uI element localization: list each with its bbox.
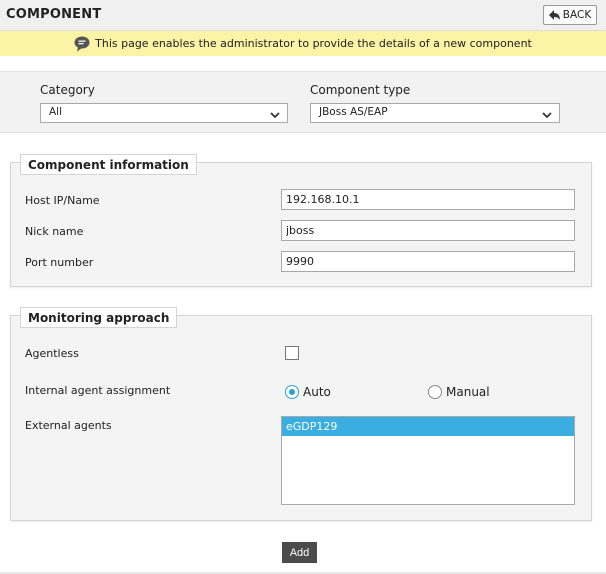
external-agents-label: External agents: [25, 419, 112, 432]
page-title: COMPONENT: [6, 7, 102, 22]
host-ip-input[interactable]: [281, 189, 575, 210]
component-type-select[interactable]: JBoss AS/EAP: [310, 103, 560, 123]
back-arrow-icon: [548, 10, 560, 20]
nick-name-label: Nick name: [25, 225, 84, 238]
host-ip-label: Host IP/Name: [25, 194, 100, 207]
component-selector-panel: Category All Component type JBoss AS/EAP: [0, 71, 606, 133]
external-agents-list[interactable]: eGDP129: [281, 416, 575, 505]
category-select[interactable]: All: [40, 103, 288, 123]
component-type-label: Component type: [310, 83, 411, 97]
manual-radio-label[interactable]: Manual: [446, 385, 490, 399]
speech-bubble-icon: [74, 36, 90, 52]
chevron-down-icon: [542, 110, 552, 122]
category-label: Category: [40, 83, 95, 97]
page-header: COMPONENT BACK: [0, 0, 606, 31]
port-number-label: Port number: [25, 256, 94, 269]
nick-name-input[interactable]: [281, 220, 575, 241]
component-information-title: Component information: [20, 154, 197, 175]
chevron-down-icon: [270, 110, 280, 122]
port-number-input[interactable]: [281, 251, 575, 272]
category-value: All: [49, 106, 63, 118]
component-type-value: JBoss AS/EAP: [319, 106, 388, 118]
agentless-label: Agentless: [25, 347, 79, 360]
add-button[interactable]: Add: [282, 542, 317, 563]
agentless-checkbox[interactable]: [285, 346, 299, 360]
manual-radio[interactable]: [428, 385, 442, 399]
monitoring-approach-section: Monitoring approach Agentless Internal a…: [10, 307, 592, 521]
internal-agent-label: Internal agent assignment: [25, 384, 171, 397]
component-information-section: Component information Host IP/Name Nick …: [10, 154, 592, 287]
monitoring-approach-title: Monitoring approach: [20, 307, 178, 328]
back-label: BACK: [562, 9, 592, 21]
auto-radio[interactable]: [285, 385, 299, 399]
auto-radio-label[interactable]: Auto: [303, 385, 331, 399]
list-item[interactable]: eGDP129: [282, 417, 574, 436]
info-message: This page enables the administrator to p…: [95, 37, 532, 50]
back-button[interactable]: BACK: [543, 5, 597, 25]
info-banner: This page enables the administrator to p…: [0, 31, 606, 56]
